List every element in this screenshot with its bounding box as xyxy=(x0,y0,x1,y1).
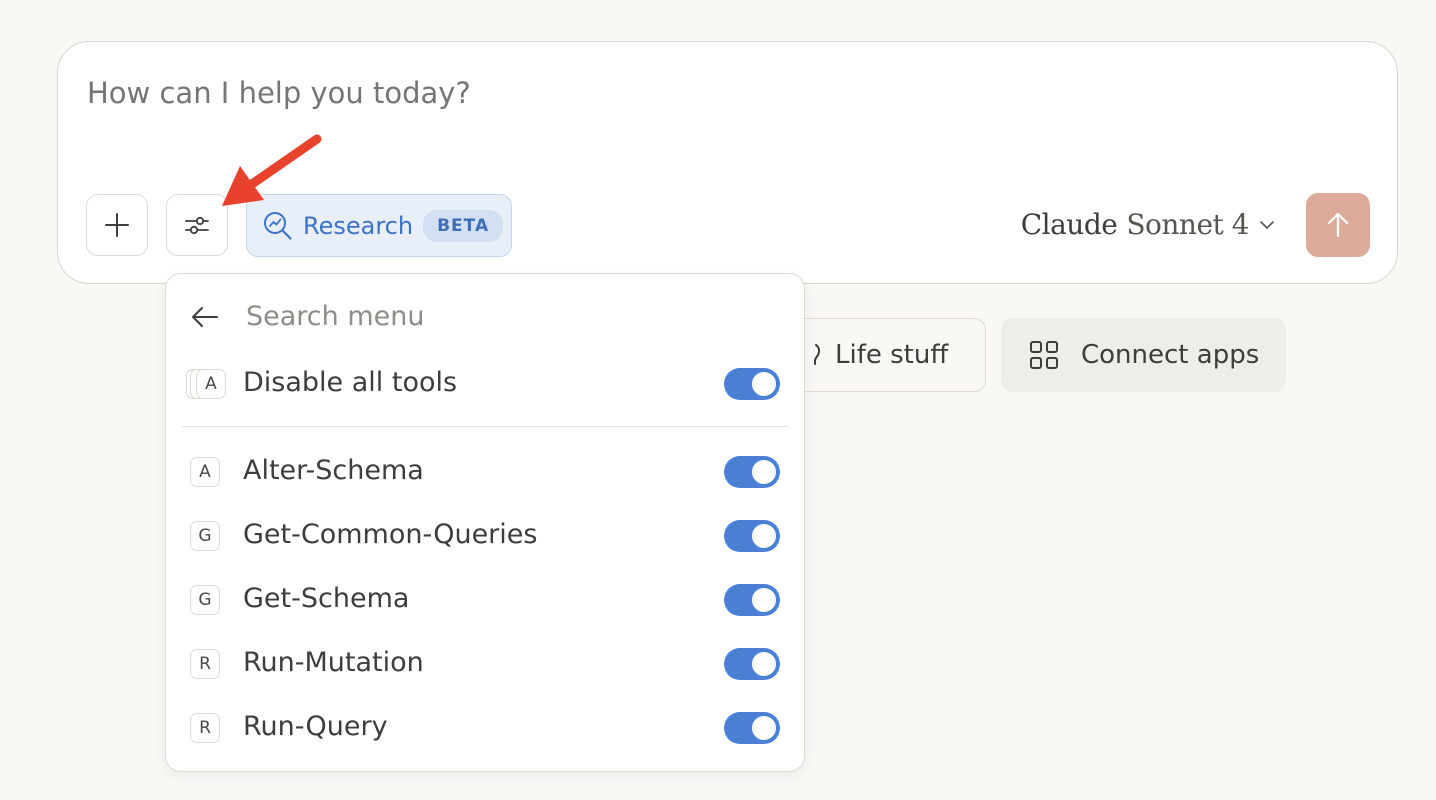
back-arrow-icon[interactable] xyxy=(190,302,220,332)
tool-label: Alter-Schema xyxy=(243,455,424,486)
send-button[interactable] xyxy=(1306,193,1370,257)
tool-row-run-query[interactable]: R Run-Query xyxy=(166,699,804,757)
tool-letter-icon: G xyxy=(190,585,220,615)
model-name: Claude xyxy=(1020,208,1118,241)
tool-toggle[interactable] xyxy=(724,712,780,744)
chevron-down-icon xyxy=(1260,220,1274,229)
research-label: Research xyxy=(303,211,414,240)
menu-search xyxy=(190,301,646,332)
plus-icon xyxy=(105,213,129,237)
annotation-arrow-icon xyxy=(222,134,322,206)
tool-letter-icon: R xyxy=(190,649,220,679)
tool-letter-icon: G xyxy=(190,521,220,551)
tool-letter-icon: R xyxy=(190,713,220,743)
tool-letter-icon: A xyxy=(196,369,226,399)
prompt-input[interactable] xyxy=(87,76,987,110)
model-version: Sonnet 4 xyxy=(1126,208,1249,241)
tool-label: Run-Query xyxy=(243,711,388,742)
beta-badge: BETA xyxy=(423,209,504,242)
tool-label: Get-Schema xyxy=(243,583,410,614)
tool-row-get-schema[interactable]: G Get-Schema xyxy=(166,571,804,629)
model-selector[interactable]: Claude Sonnet 4 xyxy=(1021,208,1277,241)
arrow-up-icon xyxy=(1327,212,1349,238)
tool-toggle[interactable] xyxy=(724,648,780,680)
tool-toggle[interactable] xyxy=(724,456,780,488)
tool-toggle[interactable] xyxy=(724,520,780,552)
disable-all-toggle[interactable] xyxy=(724,368,780,400)
tool-row-alter-schema[interactable]: A Alter-Schema xyxy=(166,443,804,501)
stacked-tool-icon: A xyxy=(186,369,226,401)
connect-apps-label: Connect apps xyxy=(1081,340,1260,370)
tool-row-run-mutation[interactable]: R Run-Mutation xyxy=(166,635,804,693)
connect-apps-chip[interactable]: Connect apps xyxy=(1001,318,1286,392)
menu-divider xyxy=(182,426,789,427)
grid-icon xyxy=(1030,341,1058,369)
tool-toggle[interactable] xyxy=(724,584,780,616)
life-stuff-label: Life stuff xyxy=(835,340,949,370)
tool-label: Get-Common-Queries xyxy=(243,519,538,550)
tool-row-get-common-queries[interactable]: G Get-Common-Queries xyxy=(166,507,804,565)
add-button[interactable] xyxy=(86,194,148,256)
sliders-icon xyxy=(185,216,209,235)
disable-all-tools-row[interactable]: A Disable all tools xyxy=(166,355,804,413)
tools-menu: A Disable all tools A Alter-Schema G Get… xyxy=(165,273,805,772)
disable-all-label: Disable all tools xyxy=(243,367,458,398)
tool-letter-icon: A xyxy=(190,457,220,487)
menu-search-input[interactable] xyxy=(246,301,646,332)
tool-label: Run-Mutation xyxy=(243,647,424,678)
